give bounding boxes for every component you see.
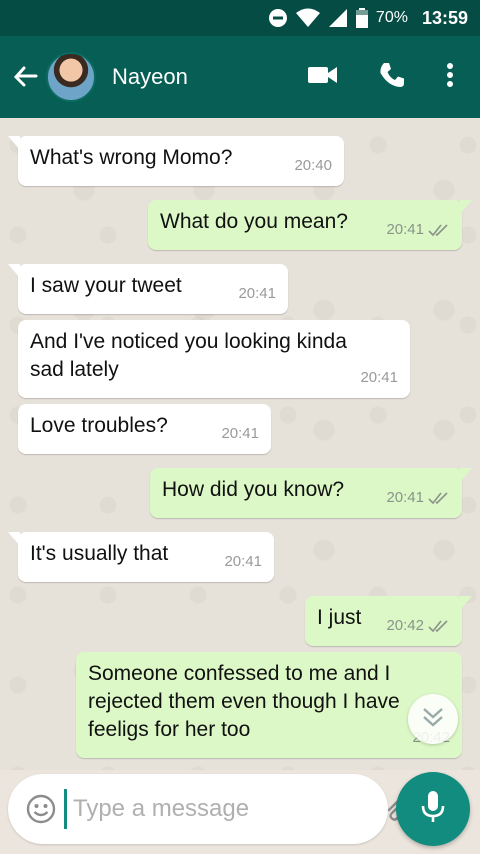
message-time: 20:40 <box>294 157 332 174</box>
message-text: It's usually that <box>30 542 169 565</box>
battery-icon <box>355 8 368 28</box>
video-call-icon[interactable] <box>308 65 338 90</box>
message-text: I just <box>317 606 362 629</box>
message-text: And I've noticed you looking kinda sad l… <box>30 330 347 381</box>
message-composer <box>8 774 457 844</box>
mic-button[interactable] <box>396 772 470 846</box>
message-time: 20:41 <box>221 425 259 442</box>
back-arrow-icon[interactable] <box>12 63 40 91</box>
chat-header: Nayeon <box>0 36 480 118</box>
contact-name[interactable]: Nayeon <box>112 64 308 90</box>
double-check-icon <box>428 492 448 505</box>
message-text: I saw your tweet <box>30 274 182 297</box>
battery-percent: 70% <box>375 9 408 26</box>
message-bubble[interactable]: What do you mean? 20:41 <box>148 200 472 250</box>
scroll-down-button[interactable] <box>408 694 458 744</box>
message-bubble[interactable]: And I've noticed you looking kinda sad l… <box>18 320 410 398</box>
mic-icon <box>421 790 445 829</box>
message-text: What do you mean? <box>160 210 348 233</box>
clock: 13:59 <box>421 7 468 28</box>
message-text: Someone confessed to me and I rejected t… <box>88 662 400 741</box>
message-bubble[interactable]: I saw your tweet 20:41 <box>8 264 288 314</box>
double-check-icon <box>428 224 448 237</box>
message-input[interactable] <box>64 789 383 829</box>
signal-icon <box>328 8 348 28</box>
avatar[interactable] <box>46 52 96 102</box>
message-time: 20:41 <box>386 484 450 512</box>
wifi-icon <box>295 8 320 28</box>
status-bar: 70% 13:59 <box>0 0 480 36</box>
message-bubble[interactable]: What's wrong Momo? 20:40 <box>8 136 344 186</box>
message-time: 20:41 <box>238 285 276 302</box>
emoji-icon[interactable] <box>26 792 56 826</box>
message-bubble[interactable]: It's usually that 20:41 <box>8 532 274 582</box>
dnd-icon <box>268 8 288 28</box>
chat-area[interactable]: What's wrong Momo? 20:40 What do you mea… <box>0 118 480 770</box>
message-time: 20:41 <box>360 369 398 386</box>
message-bubble[interactable]: I just 20:42 <box>305 596 472 646</box>
message-bubble[interactable]: Someone confessed to me and I rejected t… <box>76 652 462 758</box>
double-check-icon <box>428 620 448 633</box>
message-bubble[interactable]: Love troubles? 20:41 <box>18 404 271 454</box>
message-bubble[interactable]: How did you know? 20:41 <box>150 468 472 518</box>
message-text: What's wrong Momo? <box>30 146 233 169</box>
message-time: 20:41 <box>224 553 262 570</box>
message-text: How did you know? <box>162 478 345 501</box>
message-text: Love troubles? <box>30 414 168 437</box>
scroll-down-icon <box>421 706 445 733</box>
message-time: 20:42 <box>386 612 450 640</box>
message-time: 20:41 <box>386 216 450 244</box>
more-vert-icon[interactable] <box>446 62 454 93</box>
phone-icon[interactable] <box>378 61 406 94</box>
